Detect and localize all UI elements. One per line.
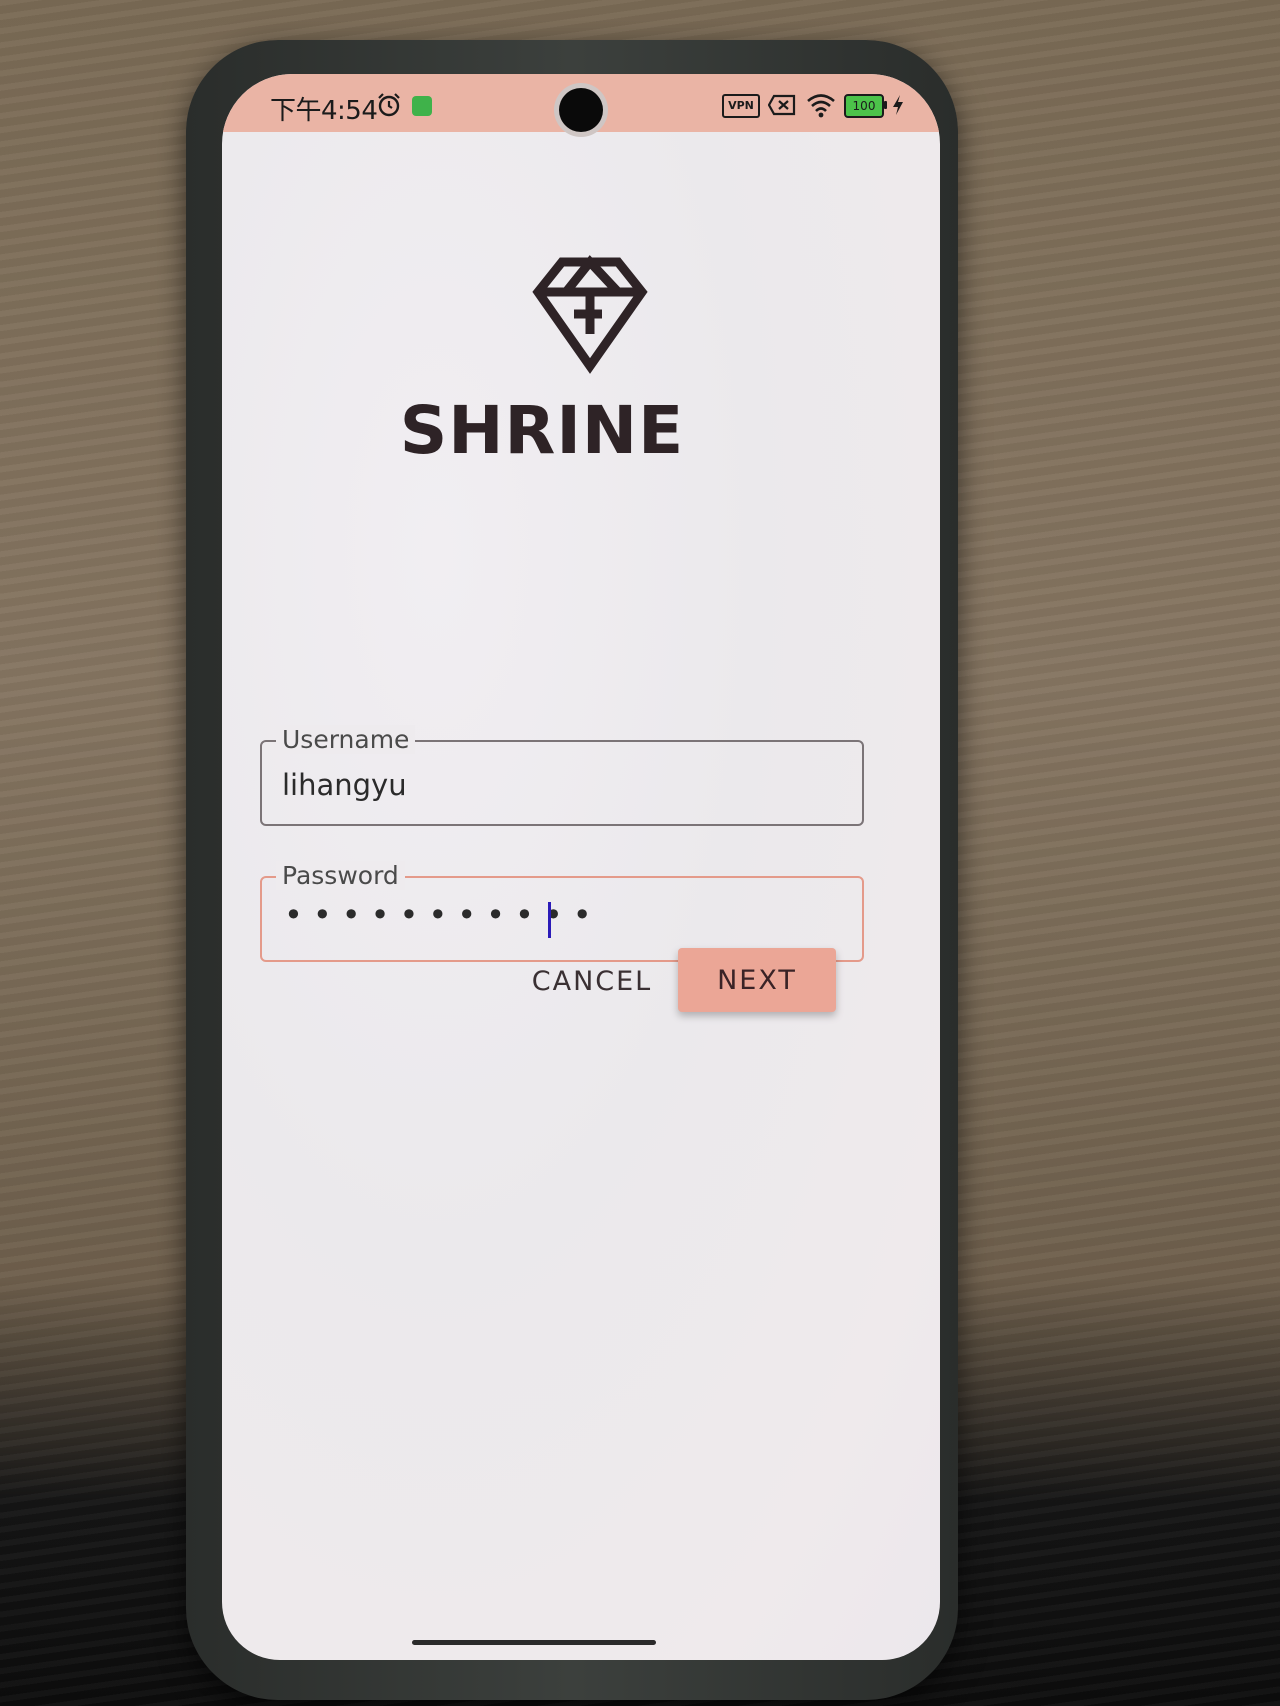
username-field[interactable]: Username lihangyu (260, 725, 864, 826)
status-bar: 下午4:54 VPN 100 (222, 74, 940, 132)
vpn-icon: VPN (722, 94, 760, 118)
username-label: Username (276, 725, 416, 754)
app-notify-icon (412, 96, 432, 116)
diamond-logo-icon (532, 255, 648, 374)
status-time: 下午4:54 (270, 96, 378, 126)
cancel-button[interactable]: CANCEL (522, 954, 662, 1008)
charge-icon (893, 95, 903, 115)
battery-tip (884, 101, 887, 109)
wifi-icon (807, 94, 835, 118)
password-label: Password (276, 861, 405, 890)
phone-screen: 下午4:54 VPN 100 SHRINE Username lihangyu … (222, 74, 940, 1660)
next-button[interactable]: NEXT (678, 948, 836, 1012)
battery-icon: 100 (844, 94, 884, 118)
front-camera (559, 88, 603, 132)
text-cursor (548, 902, 551, 938)
sim-x-icon (768, 94, 796, 116)
username-value[interactable]: lihangyu (282, 768, 407, 802)
password-value[interactable]: ••••••••••• (284, 896, 602, 934)
alarm-icon (378, 93, 400, 117)
home-indicator[interactable] (412, 1640, 656, 1645)
app-title: SHRINE (399, 392, 685, 469)
